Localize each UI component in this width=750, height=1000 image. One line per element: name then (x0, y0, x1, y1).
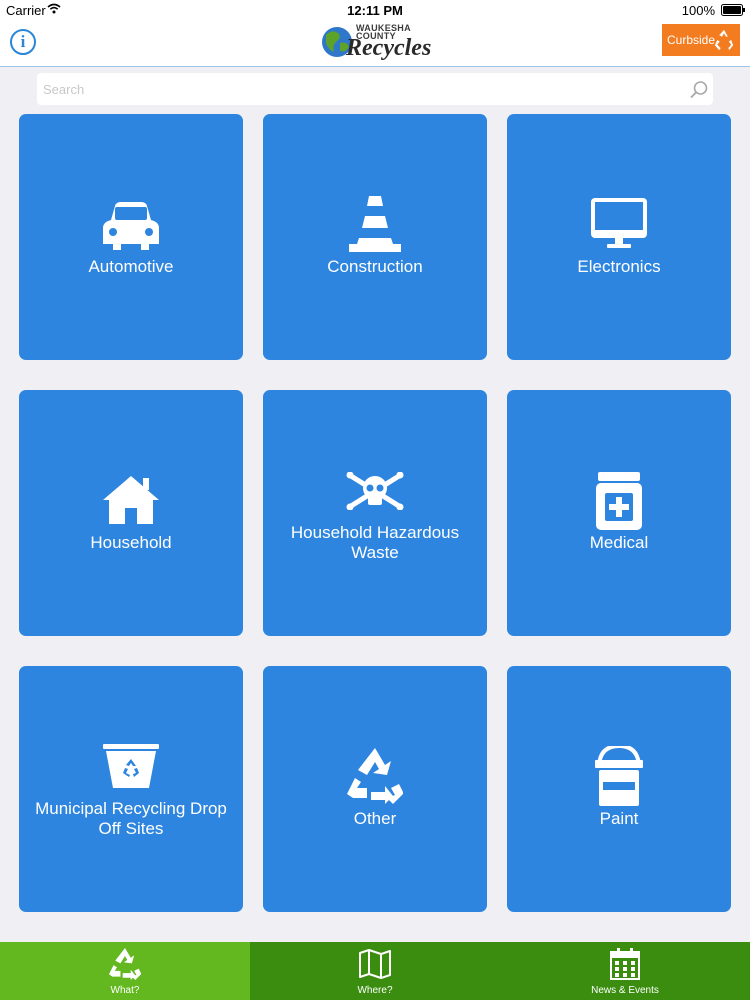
car-icon (103, 202, 159, 250)
house-icon (103, 476, 159, 524)
category-label: Household Hazardous Waste (290, 523, 460, 562)
category-label: Automotive (88, 257, 174, 276)
category-label: Municipal Recycling Drop Off Sites (35, 799, 227, 838)
tab-label: What? (110, 985, 140, 996)
monitor-icon (591, 198, 647, 248)
category-label: Construction (327, 257, 423, 276)
curbside-label: Curbside (667, 33, 716, 47)
category-tile-other[interactable]: Other (263, 666, 487, 912)
recycling-bin-icon (103, 744, 159, 788)
tab-what[interactable]: What? (0, 942, 250, 1000)
battery-icon (721, 4, 745, 16)
clock-time: 12:11 PM (347, 3, 403, 18)
category-label: Electronics (577, 257, 661, 276)
skull-crossbones-icon (346, 472, 404, 510)
tab-label: Where? (357, 985, 393, 996)
category-tile-paint[interactable]: Paint (507, 666, 731, 912)
category-tile-municipal-recycling-drop-off-sites[interactable]: Municipal Recycling Drop Off Sites (19, 666, 243, 912)
navigation-bar: i WAUKESHA COUNTY Recycles Curbside (0, 20, 750, 67)
tab-news-events[interactable]: News & Events (500, 942, 750, 1000)
category-tile-household[interactable]: Household (19, 390, 243, 636)
category-tile-automotive[interactable]: Automotive (19, 114, 243, 360)
tab-where[interactable]: Where? (250, 942, 500, 1000)
search-bar (37, 73, 713, 105)
category-tile-electronics[interactable]: Electronics (507, 114, 731, 360)
map-icon (359, 949, 391, 979)
category-tile-construction[interactable]: Construction (263, 114, 487, 360)
category-tile-household-hazardous-waste[interactable]: Household Hazardous Waste (263, 390, 487, 636)
app-logo: WAUKESHA COUNTY Recycles (318, 21, 432, 63)
recycle-icon (347, 748, 403, 804)
battery-percent: 100% (681, 3, 715, 18)
tab-label: News & Events (591, 985, 659, 996)
search-icon[interactable] (689, 80, 709, 100)
search-input[interactable] (37, 73, 677, 105)
info-button[interactable]: i (10, 29, 36, 55)
logo-recycles-text: Recycles (346, 35, 432, 61)
calendar-icon (610, 948, 640, 980)
category-label: Medical (589, 533, 649, 552)
traffic-cone-icon (349, 196, 401, 252)
status-bar: Carrier 12:11 PM 100% (0, 0, 750, 20)
recycle-icon (109, 948, 141, 980)
category-label: Other (353, 809, 397, 828)
recycle-icon (714, 29, 734, 51)
category-label: Paint (599, 809, 639, 828)
paint-can-icon (595, 746, 643, 806)
curbside-button[interactable]: Curbside (662, 24, 740, 56)
category-label: Household (90, 533, 172, 552)
category-tile-medical[interactable]: Medical (507, 390, 731, 636)
medicine-bottle-icon (596, 472, 642, 530)
tab-bar: What? Where? News & Events (0, 942, 750, 1000)
